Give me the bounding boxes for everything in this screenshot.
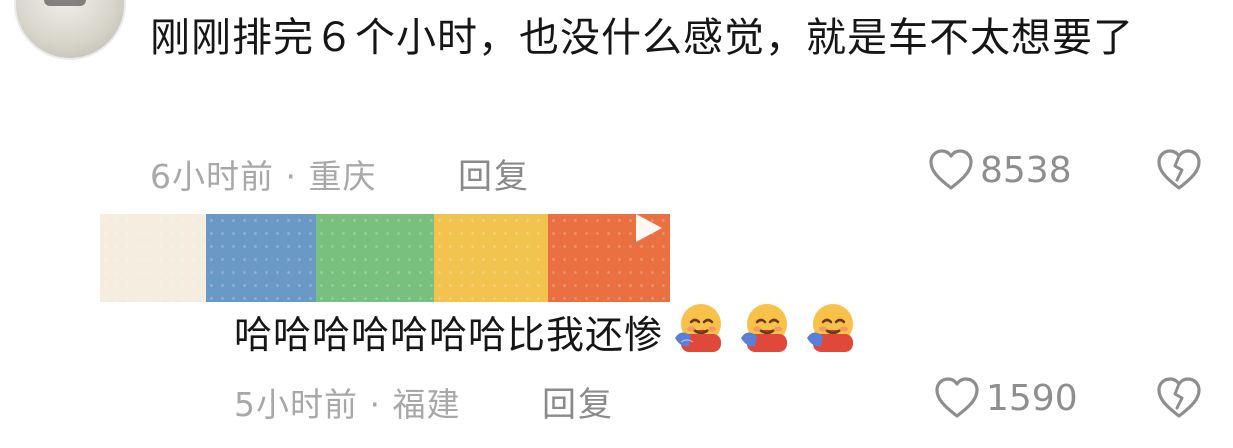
- sticker-image[interactable]: [100, 214, 670, 302]
- comment-meta: 6小时前 · 重庆: [150, 157, 377, 196]
- reply-comment-text: 哈哈哈哈哈哈哈比我还惨: [234, 313, 664, 357]
- dislike-button[interactable]: [1156, 148, 1202, 196]
- dislike-button[interactable]: [1156, 376, 1202, 424]
- like-count: 1590: [986, 377, 1078, 419]
- like-count: 8538: [980, 149, 1072, 191]
- sticker-segment: [434, 214, 548, 302]
- hugging-face-emoji: [737, 298, 795, 372]
- reply-comment-meta: 5小时前 · 福建: [234, 385, 461, 424]
- hugging-face-emoji: [803, 298, 861, 372]
- sticker-segment: [316, 214, 434, 302]
- heart-icon: [935, 377, 979, 418]
- reply-button[interactable]: 回复: [542, 377, 614, 426]
- play-icon[interactable]: [636, 214, 662, 242]
- reply-comment: 哈哈哈哈哈哈哈比我还惨: [234, 298, 861, 372]
- like-button[interactable]: 8538: [928, 148, 1072, 192]
- broken-heart-icon: [1157, 149, 1201, 190]
- sticker-segment: [100, 214, 206, 302]
- heart-icon: [929, 149, 973, 190]
- reply-button[interactable]: 回复: [458, 149, 530, 198]
- broken-heart-icon: [1157, 377, 1201, 418]
- sticker-segment: [206, 214, 316, 302]
- like-button[interactable]: 1590: [934, 376, 1078, 420]
- comment-text: 刚刚排完６个小时，也没什么感觉，就是车不太想要了: [150, 15, 1134, 61]
- hugging-face-emoji: [671, 298, 729, 372]
- avatar[interactable]: [14, 0, 126, 60]
